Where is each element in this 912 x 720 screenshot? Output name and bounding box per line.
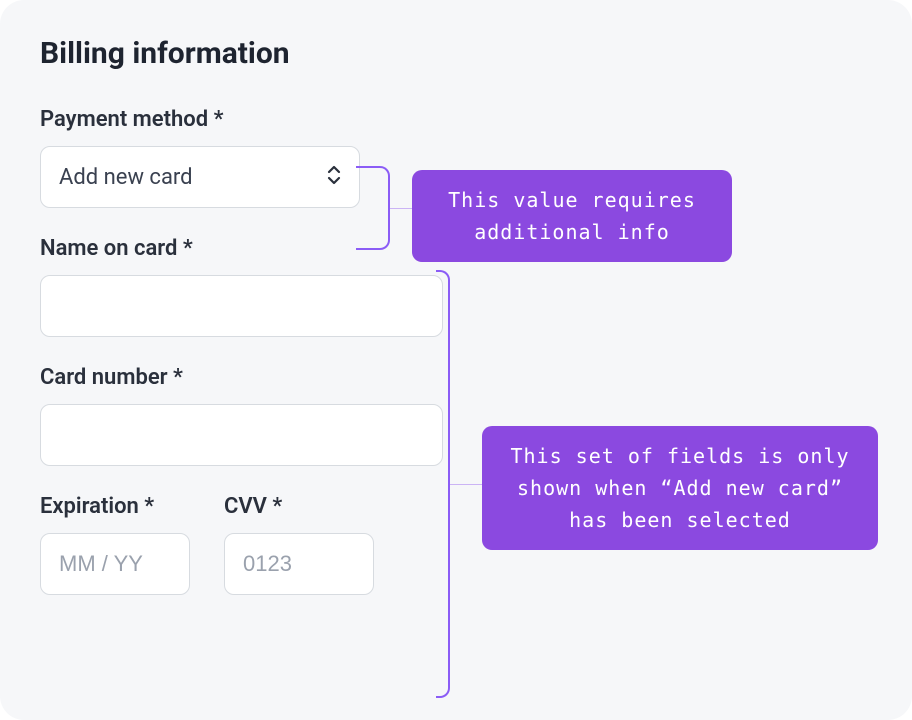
payment-method-label: Payment method *	[40, 107, 872, 132]
bracket-icon	[356, 166, 390, 250]
annotation-requires-info: This value requires additional info	[412, 170, 732, 262]
page-title: Billing information	[40, 36, 872, 71]
name-on-card-input[interactable]	[40, 275, 443, 337]
connector-line	[450, 484, 482, 485]
cvv-group: CVV *	[224, 494, 374, 595]
bracket-icon	[436, 270, 450, 698]
card-number-input[interactable]	[40, 404, 443, 466]
cvv-label: CVV *	[224, 494, 374, 519]
cvv-input[interactable]	[224, 533, 374, 595]
expiration-input[interactable]	[40, 533, 190, 595]
payment-method-value[interactable]: Add new card	[40, 146, 360, 208]
annotation-conditional-fields: This set of fields is only shown when “A…	[482, 426, 878, 550]
expiration-group: Expiration *	[40, 494, 190, 595]
payment-method-select[interactable]: Add new card	[40, 146, 360, 208]
connector-line	[390, 208, 412, 209]
card-number-label: Card number *	[40, 365, 872, 390]
expiration-label: Expiration *	[40, 494, 190, 519]
billing-card: Billing information Payment method * Add…	[0, 0, 912, 720]
